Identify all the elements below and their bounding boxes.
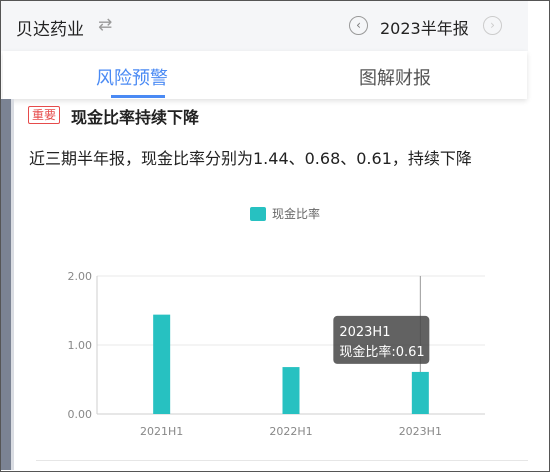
- x-tick-label: 2021H1: [140, 425, 183, 438]
- top-bar: 贝达药业 ⇄ ‹ 2023半年报 ›: [1, 1, 528, 51]
- active-tab-indicator: [111, 95, 165, 98]
- swap-arrows-icon[interactable]: ⇄: [98, 15, 112, 35]
- card-accent-bar: [1, 99, 11, 470]
- card-accent-bar-inner: [11, 99, 14, 470]
- section-divider: [36, 460, 528, 461]
- chevron-right-circle-icon[interactable]: ›: [483, 16, 502, 35]
- tab-bar: 风险预警 图解财报: [3, 51, 527, 99]
- y-tick-label: 2.00: [68, 270, 93, 283]
- tab-illustrated-report[interactable]: 图解财报: [359, 64, 431, 90]
- cash-ratio-chart: 现金比率 0.00 1.00 2.00 2021H1 2022H1 2023H1 202…: [68, 206, 485, 438]
- importance-badge: 重要: [28, 106, 61, 124]
- x-tick-label: 2023H1: [399, 425, 442, 438]
- alert-description: 近三期半年报，现金比率分别为1.44、0.68、0.61，持续下降: [29, 149, 472, 168]
- bar-2021H1[interactable]: [153, 314, 171, 414]
- tooltip-title: 2023H1: [339, 325, 390, 340]
- chevron-left-circle-icon[interactable]: ‹: [349, 16, 368, 35]
- legend-swatch: [250, 207, 266, 221]
- tooltip-value: 现金比率:0.61: [339, 344, 424, 360]
- report-period[interactable]: 2023半年报: [380, 15, 469, 39]
- scrollbar-area: [528, 1, 549, 101]
- company-name: 贝达药业: [16, 20, 84, 40]
- y-tick-label: 0.00: [68, 408, 93, 421]
- tab-risk-warning[interactable]: 风险预警: [96, 64, 168, 90]
- bar-2023H1[interactable]: [411, 371, 429, 414]
- x-tick-label: 2022H1: [269, 425, 312, 438]
- alert-title: 现金比率持续下降: [71, 108, 200, 127]
- chart-legend[interactable]: 现金比率: [250, 206, 320, 221]
- y-tick-label: 1.00: [68, 339, 93, 352]
- bar-2022H1[interactable]: [282, 367, 300, 414]
- legend-label: 现金比率: [272, 206, 320, 221]
